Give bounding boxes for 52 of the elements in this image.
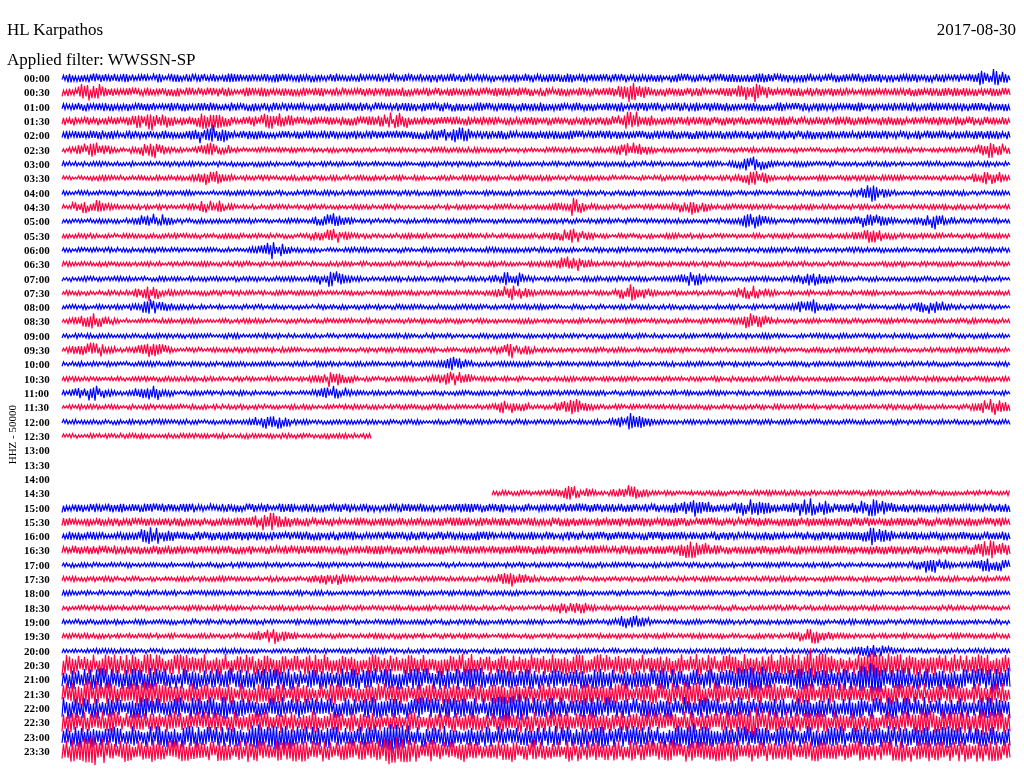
time-label: 09:30: [24, 344, 51, 357]
time-label: 21:00: [24, 673, 51, 686]
time-label: 16:30: [24, 544, 51, 557]
time-label: 17:30: [24, 573, 51, 586]
time-label: 15:00: [24, 501, 51, 514]
time-label: 01:00: [24, 100, 51, 113]
time-label: 07:00: [24, 272, 51, 285]
filter-label: Applied filter: WWSSN-SP: [6, 49, 197, 70]
time-label: 23:30: [24, 744, 51, 757]
time-label: 15:30: [24, 515, 51, 528]
time-label: 20:30: [24, 658, 51, 671]
time-label: 04:00: [24, 186, 51, 199]
time-label: 19:30: [24, 630, 51, 643]
time-label: 16:00: [24, 530, 51, 543]
time-label: 19:00: [24, 616, 51, 629]
time-label: 05:00: [24, 215, 51, 228]
time-label: 17:00: [24, 558, 51, 571]
time-label: 10:30: [24, 372, 51, 385]
time-label: 12:00: [24, 415, 51, 428]
time-label: 09:00: [24, 329, 51, 342]
time-label: 18:00: [24, 587, 51, 600]
time-label: 03:30: [24, 172, 51, 185]
time-label: 07:30: [24, 286, 51, 299]
date-label: 2017-08-30: [936, 20, 1016, 41]
time-label: 06:30: [24, 258, 51, 271]
time-label: 03:00: [24, 158, 51, 171]
time-label: 12:30: [24, 429, 51, 442]
time-label: 14:30: [24, 487, 51, 500]
time-label: 10:00: [24, 358, 51, 371]
time-label: 06:00: [24, 243, 51, 256]
axis-label: HHZ - 50000: [6, 404, 18, 465]
time-label: 01:30: [24, 115, 51, 128]
time-label: 04:30: [24, 200, 51, 213]
time-label: 02:30: [24, 143, 51, 156]
time-label: 02:00: [24, 129, 51, 142]
time-label: 11:00: [24, 387, 51, 400]
time-label: 22:00: [24, 701, 51, 714]
time-label: 14:00: [24, 472, 51, 485]
time-label: 13:00: [24, 444, 51, 457]
time-label: 18:30: [24, 601, 51, 614]
time-label: 13:30: [24, 458, 51, 471]
time-label: 05:30: [24, 229, 51, 242]
station-title: HL Karpathos: [7, 20, 104, 41]
time-label: 21:30: [24, 687, 51, 700]
time-label: 23:00: [24, 730, 51, 743]
time-label: 11:30: [24, 401, 51, 414]
time-label: 08:00: [24, 301, 51, 314]
time-label: 08:30: [24, 315, 51, 328]
time-label: 00:00: [24, 72, 51, 85]
time-label: 20:00: [24, 644, 51, 657]
time-label: 00:30: [24, 86, 51, 99]
time-label: 22:30: [24, 716, 51, 729]
